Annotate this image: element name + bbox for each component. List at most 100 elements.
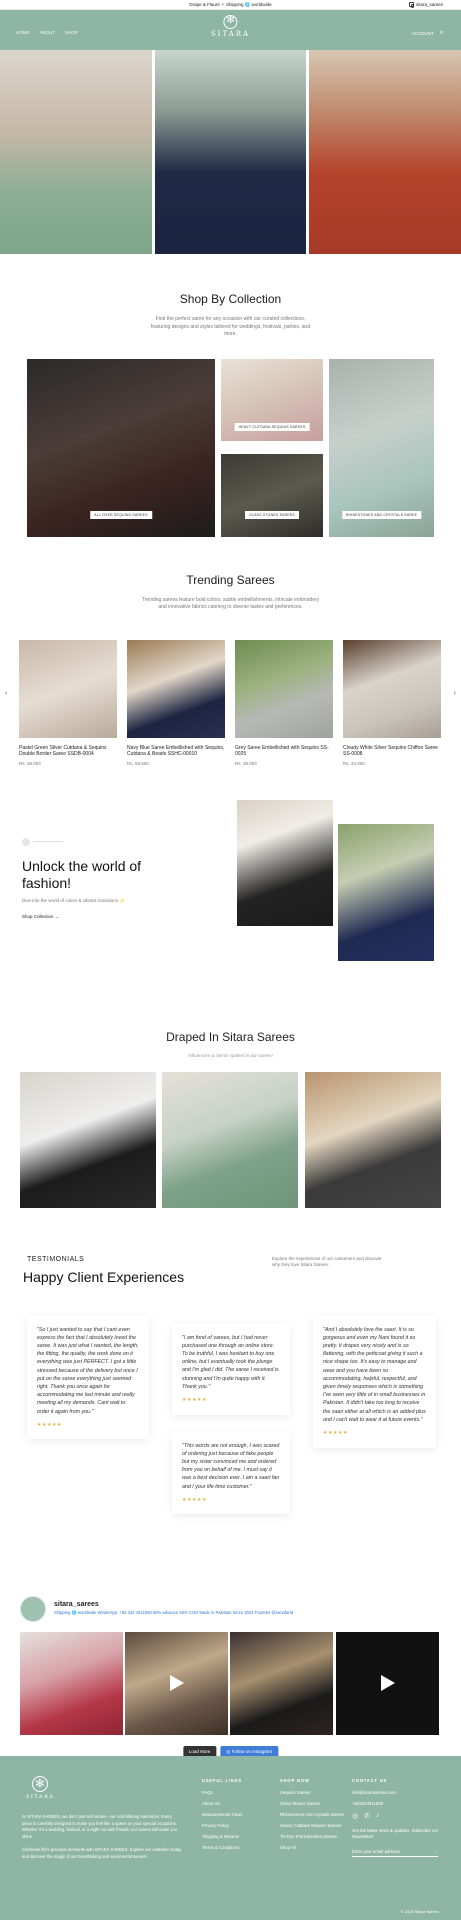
hero-image-red-saree[interactable] (309, 50, 461, 254)
testimonial-quote: "This words are not enough, I was scared… (182, 1442, 280, 1490)
collection-label[interactable]: GLASS STONES SAREES (245, 510, 299, 519)
promo-section: Unlock the world of fashion! Dive into t… (0, 799, 461, 970)
announcement-text: Drape & Flaunt ✧ Shipping 🌐 worldwide (189, 1, 272, 7)
instagram-post[interactable] (230, 1631, 333, 1735)
testimonial-card: "So I just wanted to say that I cant eve… (27, 1315, 149, 1440)
product-name[interactable]: Pastel Green Silver Cutdana & Sequins Do… (19, 745, 117, 759)
main-header: HOME ABOUT SHOP SITARA ACCOUNT ⚲ (0, 10, 461, 50)
promo-title: Unlock the world of fashion! (22, 857, 142, 892)
hero-image-green-saree[interactable] (0, 50, 152, 254)
footer-link[interactable]: Heavy Cutdana Sequins Sarees (280, 1823, 350, 1828)
footer-phone[interactable]: +923344011508 (352, 1801, 442, 1806)
promo-image-black-saree (237, 799, 333, 926)
product-name[interactable]: Navy Blue Saree Embellished with Sequins… (127, 745, 225, 759)
whatsapp-icon[interactable]: ✆ (364, 1812, 370, 1820)
arrow-right-icon: → (54, 913, 60, 919)
play-icon[interactable] (169, 1675, 184, 1691)
footer-link[interactable]: About Us (202, 1801, 242, 1806)
nav-shop[interactable]: SHOP (65, 30, 78, 35)
slider-indicator[interactable] (22, 837, 63, 846)
slider-dot[interactable] (22, 837, 30, 846)
footer-email[interactable]: info@sitarasarees.com (352, 1790, 442, 1795)
testimonial-quote: "I am fond of sarees, but I had never pu… (182, 1334, 279, 1390)
instagram-post[interactable] (20, 1631, 123, 1735)
product-image[interactable] (235, 639, 333, 738)
product-name[interactable]: Cloudy White Silver Sequins Chiffon Sare… (343, 745, 441, 759)
testimonials-kicker: TESTIMONIALS (27, 1255, 85, 1263)
draped-image[interactable] (305, 1071, 441, 1208)
product-card[interactable]: Grey Saree Embellished with Sequins SS-0… (235, 639, 333, 766)
contact-title: CONTACT US (352, 1778, 388, 1783)
avatar[interactable] (20, 1595, 46, 1622)
testimonial-card: "And I absolutely love the saari. It is … (313, 1315, 436, 1448)
draped-image[interactable] (20, 1071, 156, 1208)
footer-link[interactable]: Rhinestones And Crystals Sarees (280, 1812, 350, 1817)
trending-title: Trending Sarees (186, 572, 275, 587)
footer-link[interactable]: Terms & Conditions (202, 1845, 242, 1850)
footer-link[interactable]: Shipping & Returns (202, 1834, 242, 1839)
instagram-profile[interactable]: sitara_sarees Shipping 🌐 worldwide Whats… (20, 1595, 294, 1622)
product-carousel: ‹ Pastel Green Silver Cutdana & Sequins … (0, 639, 461, 780)
newsletter-email-input[interactable]: Enter your email address (352, 1849, 400, 1854)
product-name[interactable]: Grey Saree Embellished with Sequins SS-0… (235, 745, 333, 759)
collection-label[interactable]: RHINESTONES AND CRYSTALS SAREE (341, 510, 422, 519)
collection-tile[interactable]: RHINESTONES AND CRYSTALS SAREE (329, 358, 434, 537)
testimonials-section: TESTIMONIALS Happy Client Experiences Ex… (0, 1256, 461, 1576)
product-card[interactable]: Pastel Green Silver Cutdana & Sequins Do… (19, 639, 117, 766)
footer-link[interactable]: Privacy Policy (202, 1823, 242, 1828)
hero-image-navy-saree[interactable] (154, 50, 307, 254)
product-card[interactable]: Cloudy White Silver Sequins Chiffon Sare… (343, 639, 441, 766)
footer-shop-now: SHOP NOW Sequins Sarees Glass Stones Sar… (280, 1778, 350, 1856)
newsletter-form[interactable]: Enter your email address → (352, 1847, 438, 1857)
footer-link[interactable]: Sequins Sarees (280, 1790, 350, 1795)
collection-tile[interactable]: GLASS STONES SAREES (221, 453, 323, 537)
nav-home[interactable]: HOME (16, 30, 30, 35)
play-icon[interactable] (380, 1675, 395, 1691)
draped-subtitle: Influencers & clients spotted in our sar… (188, 1052, 273, 1058)
product-image[interactable] (343, 639, 441, 738)
nav-about[interactable]: ABOUT (40, 30, 56, 35)
brand-logo[interactable]: SITARA (211, 15, 250, 38)
collection-label[interactable]: HEAVY CUTDANA SEQUINS SAREES (234, 422, 310, 431)
footer-link[interactable]: Tie Dye Front Borders Sarees (280, 1834, 350, 1839)
brand-name: SITARA (210, 30, 251, 38)
footer-brand: SITARA (26, 1794, 55, 1800)
tiktok-icon[interactable]: ♪ (376, 1812, 380, 1820)
carousel-next-icon[interactable]: › (454, 690, 456, 697)
footer-contact: CONTACT US info@sitarasarees.com +923344… (352, 1778, 442, 1857)
product-card[interactable]: Navy Blue Saree Embellished with Sequins… (127, 639, 225, 766)
topbar-instagram-link[interactable]: sitara_sarees (408, 2, 443, 8)
instagram-handle: sitara_sarees (415, 2, 443, 7)
footer-link[interactable]: Measurements Chart (202, 1812, 242, 1817)
search-icon[interactable]: ⚲ (440, 30, 443, 36)
instagram-icon[interactable]: ◎ (352, 1812, 358, 1820)
footer-link[interactable]: FAQs (202, 1790, 242, 1795)
footer-logo[interactable]: SITARA (26, 1776, 54, 1800)
promo-image-navy-saree (338, 823, 434, 961)
footer-about-text: At SITARA SAREES, we don't just sell sar… (22, 1814, 178, 1839)
draped-title: Draped In Sitara Sarees (166, 1029, 295, 1044)
social-links: ◎ ✆ ♪ (352, 1812, 442, 1820)
instagram-post[interactable] (336, 1631, 439, 1735)
instagram-bio: Shipping 🌐 worldwide WhatsApp: +92 334 4… (54, 1610, 294, 1615)
instagram-username[interactable]: sitara_sarees (54, 1601, 293, 1608)
footer-link[interactable]: Glass Stones Sarees (280, 1801, 350, 1806)
instagram-post[interactable] (125, 1631, 228, 1735)
collection-tile[interactable]: ALL OVER SEQUINS SAREES (27, 358, 215, 537)
collection-tile[interactable]: HEAVY CUTDANA SEQUINS SAREES (221, 358, 323, 441)
collection-subtitle: Find the perfect saree for any occasion … (150, 316, 311, 337)
testimonial-card: "I am fond of sarees, but I had never pu… (172, 1323, 290, 1415)
instagram-icon (408, 2, 415, 8)
testimonial-card: "This words are not enough, I was scared… (172, 1431, 290, 1515)
footer-link[interactable]: Shop All (280, 1845, 350, 1850)
shop-collection-link[interactable]: Shop Collection → (22, 914, 59, 919)
product-image[interactable] (19, 639, 117, 738)
product-image[interactable] (127, 639, 225, 738)
account-link[interactable]: ACCOUNT (411, 31, 433, 36)
footer-useful-links: USEFUL LINKS FAQs About Us Measurements … (202, 1778, 242, 1856)
submit-arrow-icon[interactable]: → (434, 1849, 438, 1854)
logo-mark-icon (32, 1776, 49, 1792)
carousel-prev-icon[interactable]: ‹ (5, 690, 7, 697)
collection-label[interactable]: ALL OVER SEQUINS SAREES (90, 510, 152, 519)
draped-image[interactable] (162, 1071, 298, 1208)
